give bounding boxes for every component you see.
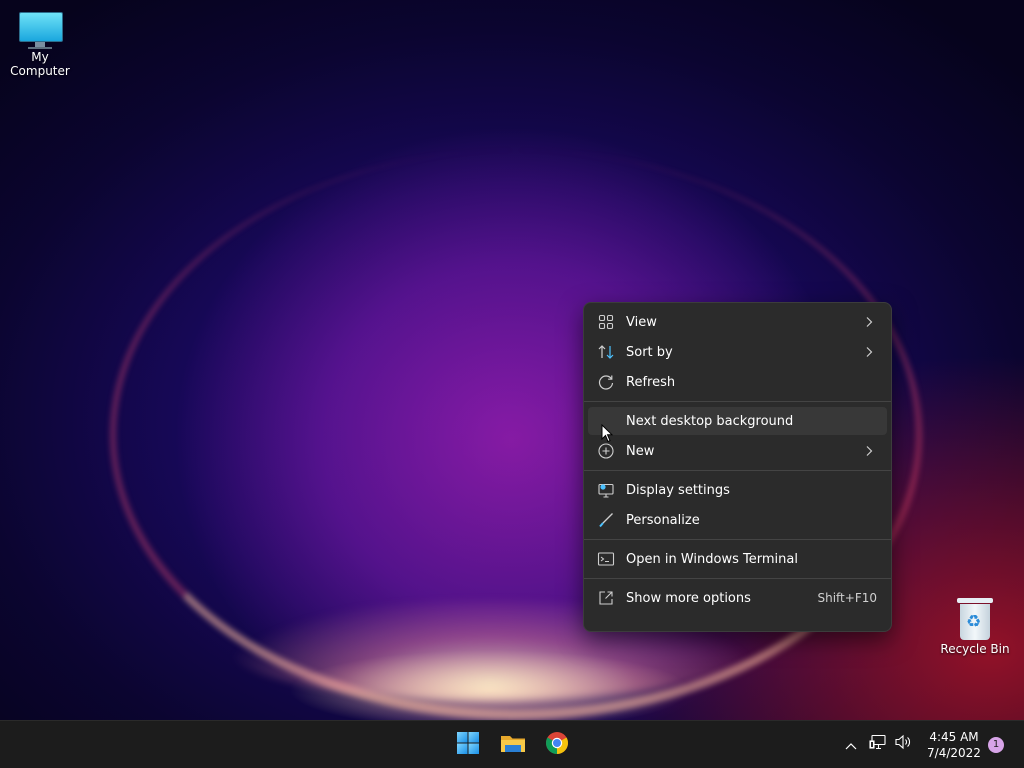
menu-item-label: Next desktop background — [626, 413, 794, 429]
desktop-icon-label: Recycle Bin — [940, 642, 1010, 656]
chevron-up-icon — [845, 735, 857, 754]
menu-separator — [584, 539, 891, 540]
menu-separator — [584, 578, 891, 579]
menu-item-sort-by[interactable]: Sort by — [588, 338, 887, 366]
sort-icon — [597, 343, 615, 361]
clock-time: 4:45 AM — [929, 730, 979, 744]
network-button[interactable] — [868, 734, 888, 754]
start-icon — [456, 731, 480, 759]
recycle-bin-icon: ♻ — [957, 598, 993, 640]
shortcut-hint: Shift+F10 — [817, 591, 877, 605]
brush-icon — [597, 511, 615, 529]
terminal-icon — [597, 550, 615, 568]
menu-item-label: Show more options — [626, 590, 751, 606]
menu-item-refresh[interactable]: Refresh — [588, 368, 887, 396]
clock-date: 7/4/2022 — [927, 746, 981, 760]
notification-badge[interactable]: 1 — [988, 737, 1004, 753]
menu-item-new[interactable]: New — [588, 437, 887, 465]
start-button[interactable] — [450, 727, 486, 763]
chrome-icon — [545, 731, 569, 759]
show-hidden-icons-button[interactable] — [841, 734, 861, 754]
desktop-icon-recycle-bin[interactable]: ♻ Recycle Bin — [935, 598, 1015, 656]
desktop-icon-label: My Computer — [10, 50, 70, 78]
file-explorer-icon — [500, 732, 526, 758]
menu-separator — [584, 470, 891, 471]
menu-item-label: New — [626, 443, 655, 459]
desktop-context-menu: View Sort by Refresh Next desktop backgr… — [583, 302, 892, 632]
external-icon — [597, 589, 615, 607]
volume-button[interactable] — [893, 734, 913, 754]
chrome-button[interactable] — [539, 727, 575, 763]
menu-item-label: Display settings — [626, 482, 730, 498]
monitor-icon — [19, 12, 63, 49]
grid-icon — [597, 313, 615, 331]
desktop-icon-my-computer[interactable]: My Computer — [0, 2, 80, 78]
network-icon — [869, 734, 887, 754]
display-icon — [597, 481, 615, 499]
menu-item-display-settings[interactable]: Display settings — [588, 476, 887, 504]
menu-item-show-more-options[interactable]: Show more options Shift+F10 — [588, 584, 887, 612]
mouse-cursor-icon — [601, 423, 614, 447]
menu-item-label: View — [626, 314, 657, 330]
menu-item-label: Personalize — [626, 512, 700, 528]
chevron-right-icon — [863, 445, 875, 457]
taskbar: 4:45 AM 7/4/2022 1 — [0, 720, 1024, 768]
menu-item-view[interactable]: View — [588, 308, 887, 336]
menu-separator — [584, 401, 891, 402]
file-explorer-button[interactable] — [495, 727, 531, 763]
menu-item-label: Open in Windows Terminal — [626, 551, 798, 567]
menu-item-personalize[interactable]: Personalize — [588, 506, 887, 534]
taskbar-clock[interactable]: 4:45 AM 7/4/2022 — [920, 729, 988, 761]
refresh-icon — [597, 373, 615, 391]
menu-item-next-desktop-background[interactable]: Next desktop background — [588, 407, 887, 435]
menu-item-label: Refresh — [626, 374, 676, 390]
menu-item-open-in-windows-terminal[interactable]: Open in Windows Terminal — [588, 545, 887, 573]
menu-item-label: Sort by — [626, 344, 673, 360]
volume-icon — [894, 734, 912, 754]
chevron-right-icon — [863, 316, 875, 328]
chevron-right-icon — [863, 346, 875, 358]
